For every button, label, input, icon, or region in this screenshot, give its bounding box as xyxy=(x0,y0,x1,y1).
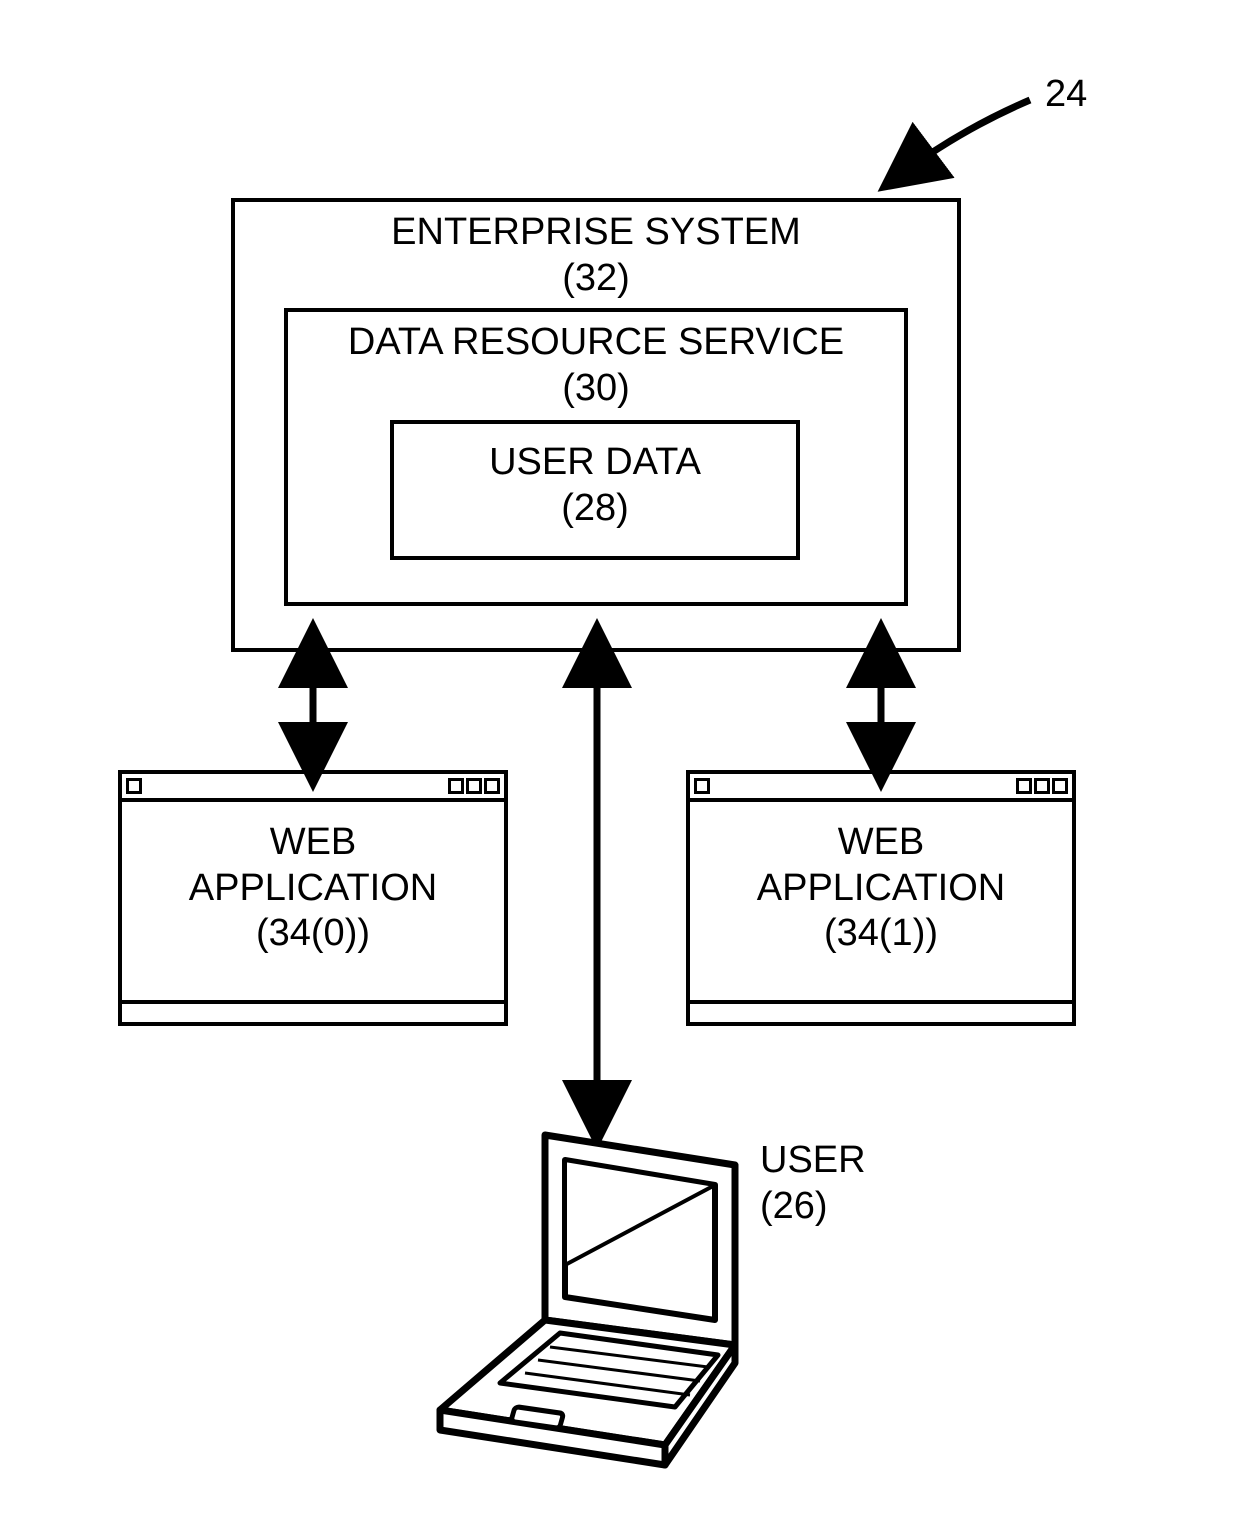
window-titlebar xyxy=(122,774,504,802)
window-right-icons xyxy=(1016,778,1068,794)
user-data-box: USER DATA (28) xyxy=(390,420,800,560)
webapp0-title: WEB APPLICATION xyxy=(122,820,504,911)
webapp0-ref: (34(0)) xyxy=(122,911,504,957)
window-titlebar xyxy=(690,774,1072,802)
data-resource-service-ref: (30) xyxy=(562,366,630,412)
window-left-icons xyxy=(126,778,142,794)
system-menu-icon xyxy=(126,778,142,794)
user-data-title: USER DATA xyxy=(489,440,701,486)
enterprise-system-ref: (32) xyxy=(562,256,630,302)
enterprise-system-title: ENTERPRISE SYSTEM xyxy=(391,210,801,256)
maximize-icon xyxy=(466,778,482,794)
laptop-icon xyxy=(440,1135,735,1465)
window-right-icons xyxy=(448,778,500,794)
close-icon xyxy=(484,778,500,794)
window-statusbar xyxy=(690,1000,1072,1022)
system-menu-icon xyxy=(694,778,710,794)
figure-ref-arrow xyxy=(900,100,1030,175)
web-application-0-window: WEB APPLICATION (34(0)) xyxy=(118,770,508,1026)
figure-ref-label: 24 xyxy=(1045,72,1087,118)
webapp1-ref: (34(1)) xyxy=(690,911,1072,957)
user-label: USER (26) xyxy=(760,1138,866,1229)
web-application-1-window: WEB APPLICATION (34(1)) xyxy=(686,770,1076,1026)
minimize-icon xyxy=(448,778,464,794)
maximize-icon xyxy=(1034,778,1050,794)
window-statusbar xyxy=(122,1000,504,1022)
data-resource-service-title: DATA RESOURCE SERVICE xyxy=(348,320,844,366)
minimize-icon xyxy=(1016,778,1032,794)
webapp1-title: WEB APPLICATION xyxy=(690,820,1072,911)
close-icon xyxy=(1052,778,1068,794)
window-left-icons xyxy=(694,778,710,794)
user-data-ref: (28) xyxy=(561,486,629,532)
